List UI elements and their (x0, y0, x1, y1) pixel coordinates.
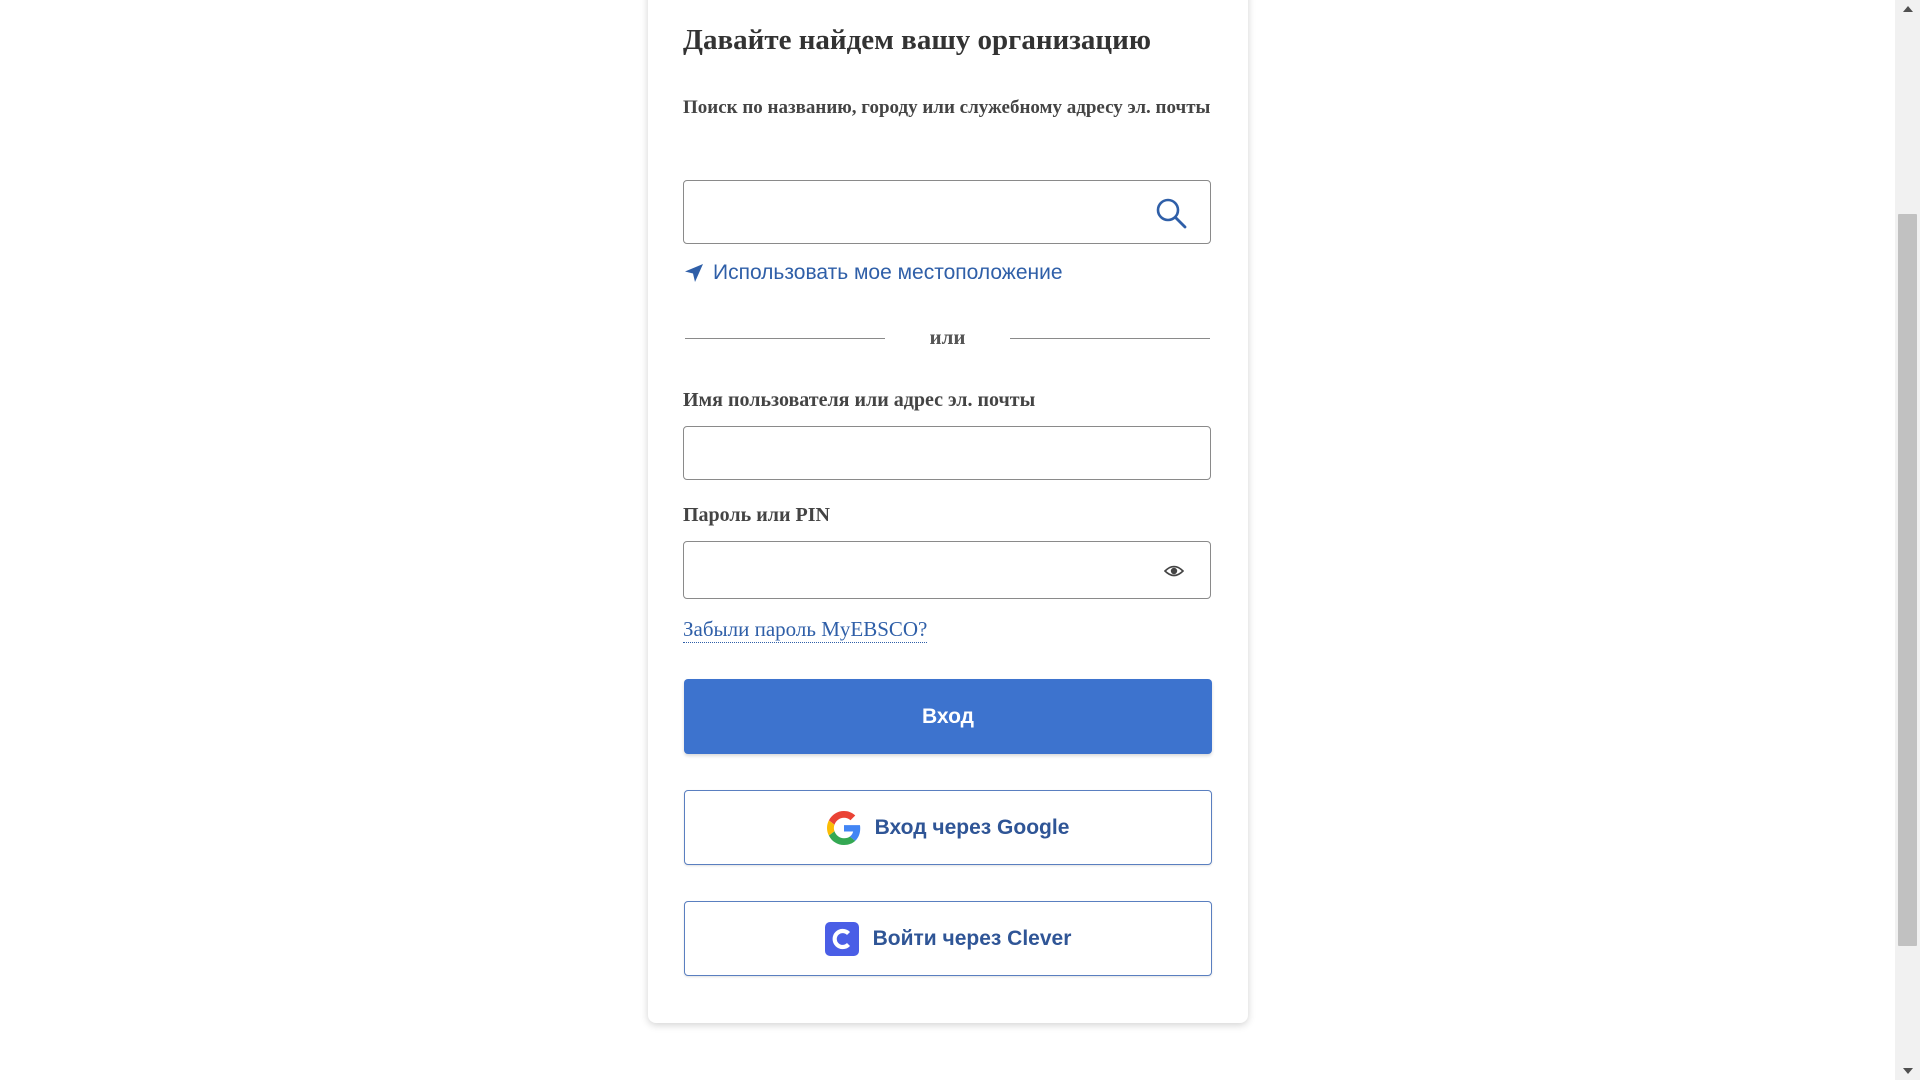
org-search-input[interactable] (684, 181, 1144, 243)
sign-in-button[interactable]: Вход (684, 679, 1212, 754)
org-search-label: Поиск по названию, городу или служебному… (683, 97, 1211, 118)
password-label: Пароль или PIN (683, 504, 830, 526)
clever-sign-in-label: Войти через Clever (872, 926, 1072, 950)
scroll-up-arrow-icon[interactable] (1895, 0, 1920, 18)
use-location-link[interactable]: Использовать мое местоположение (683, 261, 1063, 285)
username-field[interactable] (683, 426, 1211, 480)
org-search-field[interactable] (683, 180, 1211, 244)
google-logo-icon (826, 810, 860, 845)
search-icon[interactable] (1154, 196, 1188, 230)
vertical-scrollbar[interactable] (1895, 0, 1920, 1080)
divider-line-right (1010, 338, 1210, 339)
location-arrow-icon (685, 264, 703, 282)
scrollbar-thumb[interactable] (1898, 214, 1917, 946)
scroll-down-arrow-icon[interactable] (1895, 1062, 1920, 1080)
password-field[interactable] (683, 541, 1211, 599)
clever-sign-in-button[interactable]: Войти через Clever (684, 901, 1212, 976)
username-input[interactable] (684, 427, 1144, 479)
use-location-label: Использовать мое местоположение (713, 261, 1063, 284)
username-label: Имя пользователя или адрес эл. почты (683, 389, 1036, 411)
page-title: Давайте найдем вашу организацию (683, 24, 1151, 56)
sign-in-label: Вход (922, 704, 974, 728)
divider-line-left (685, 338, 885, 339)
forgot-password-link[interactable]: Забыли пароль MyEBSCO? (683, 617, 928, 643)
eye-icon[interactable] (1164, 562, 1184, 580)
page-viewport: Давайте найдем вашу организацию Поиск по… (0, 0, 1895, 1072)
clever-logo-icon (824, 921, 859, 956)
password-input[interactable] (684, 542, 1144, 598)
divider-text: или (929, 325, 966, 349)
google-sign-in-button[interactable]: Вход через Google (684, 790, 1212, 865)
google-sign-in-label: Вход через Google (874, 815, 1070, 839)
